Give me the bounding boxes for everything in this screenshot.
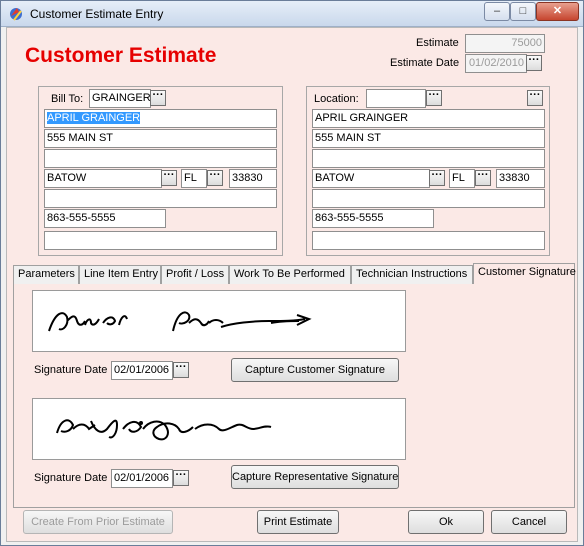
estimate-date-label: Estimate Date: [390, 57, 460, 69]
location-extra-field[interactable]: [312, 189, 545, 208]
representative-signature-image: [56, 419, 272, 441]
app-icon: [10, 8, 22, 21]
location-state-field[interactable]: FL: [449, 169, 475, 188]
customer-signature-box[interactable]: [32, 290, 406, 352]
minimize-button[interactable]: –: [484, 2, 510, 21]
location-state-lookup-button[interactable]: ···: [475, 170, 491, 186]
representative-signature-date-field[interactable]: 02/01/2006: [111, 469, 173, 488]
close-button[interactable]: ✕: [536, 2, 579, 21]
estimate-window: Customer Estimate Entry – □ ✕ Customer E…: [0, 0, 584, 546]
bill-to-lookup-button[interactable]: ···: [150, 90, 166, 106]
capture-representative-signature-button[interactable]: Capture Representative Signature: [231, 465, 399, 489]
bill-to-zip-field[interactable]: 33830: [229, 169, 277, 188]
bill-to-extra-field[interactable]: [44, 189, 277, 208]
bill-to-address1-field[interactable]: 555 MAIN ST: [44, 129, 277, 148]
representative-signature-date-label: Signature Date: [34, 472, 108, 484]
bill-to-city-field[interactable]: BATOW: [44, 169, 162, 188]
bill-to-city-lookup-button[interactable]: ···: [161, 170, 177, 186]
tab-parameters[interactable]: Parameters: [13, 265, 79, 284]
tab-work-to-be-performed[interactable]: Work To Be Performed: [229, 265, 351, 284]
location-phone-field[interactable]: 863-555-5555: [312, 209, 434, 228]
title-bar[interactable]: Customer Estimate Entry – □ ✕: [1, 1, 583, 27]
tab-strip: Parameters Line Item Entry Profit / Loss…: [13, 263, 576, 285]
bill-to-extra2-field[interactable]: [44, 231, 277, 250]
tab-customer-signature[interactable]: Customer Signature: [473, 263, 576, 285]
page-title: Customer Estimate: [25, 44, 217, 67]
bill-to-address2-field[interactable]: [44, 149, 277, 168]
maximize-button[interactable]: □: [510, 2, 536, 21]
print-estimate-button[interactable]: Print Estimate: [257, 510, 339, 534]
bill-to-state-field[interactable]: FL: [181, 169, 207, 188]
bill-to-name-text: APRIL GRAINGER: [47, 112, 141, 124]
cancel-button[interactable]: Cancel: [491, 510, 567, 534]
bill-to-label: Bill To:: [49, 93, 86, 105]
location-options-button[interactable]: ···: [527, 90, 543, 106]
estimate-number-field[interactable]: 75000: [465, 34, 545, 53]
customer-signature-panel: Signature Date 02/01/2006 ··· Capture Cu…: [13, 284, 575, 508]
location-city-lookup-button[interactable]: ···: [429, 170, 445, 186]
bill-to-code-field[interactable]: GRAINGER: [89, 89, 151, 108]
customer-signature-date-label: Signature Date: [34, 364, 108, 376]
estimate-date-field[interactable]: 01/02/2010: [465, 54, 527, 73]
representative-signature-box[interactable]: [32, 398, 406, 460]
location-label: Location:: [312, 93, 361, 105]
location-city-field[interactable]: BATOW: [312, 169, 430, 188]
customer-signature-date-field[interactable]: 02/01/2006: [111, 361, 173, 380]
tab-line-item-entry[interactable]: Line Item Entry: [79, 265, 161, 284]
estimate-date-picker-button[interactable]: ···: [526, 55, 542, 71]
ok-button[interactable]: Ok: [408, 510, 484, 534]
form-area: Customer Estimate Estimate 75000 Estimat…: [6, 27, 578, 542]
tab-profit-loss[interactable]: Profit / Loss: [161, 265, 229, 284]
bill-to-phone-field[interactable]: 863-555-5555: [44, 209, 166, 228]
location-code-field[interactable]: [366, 89, 426, 108]
location-lookup-button[interactable]: ···: [426, 90, 442, 106]
bill-to-name-field[interactable]: APRIL GRAINGER: [44, 109, 277, 128]
location-address1-field[interactable]: 555 MAIN ST: [312, 129, 545, 148]
bill-to-state-lookup-button[interactable]: ···: [207, 170, 223, 186]
representative-signature-date-picker[interactable]: ···: [173, 470, 189, 486]
location-zip-field[interactable]: 33830: [496, 169, 545, 188]
create-from-prior-estimate-button[interactable]: Create From Prior Estimate: [23, 510, 173, 534]
window-title: Customer Estimate Entry: [30, 7, 164, 21]
capture-customer-signature-button[interactable]: Capture Customer Signature: [231, 358, 399, 382]
location-name-field[interactable]: APRIL GRAINGER: [312, 109, 545, 128]
customer-signature-date-picker[interactable]: ···: [173, 362, 189, 378]
tab-technician-instructions[interactable]: Technician Instructions: [351, 265, 473, 284]
location-address2-field[interactable]: [312, 149, 545, 168]
location-extra2-field[interactable]: [312, 231, 545, 250]
customer-signature-image: [48, 311, 312, 332]
estimate-label: Estimate: [416, 37, 459, 49]
